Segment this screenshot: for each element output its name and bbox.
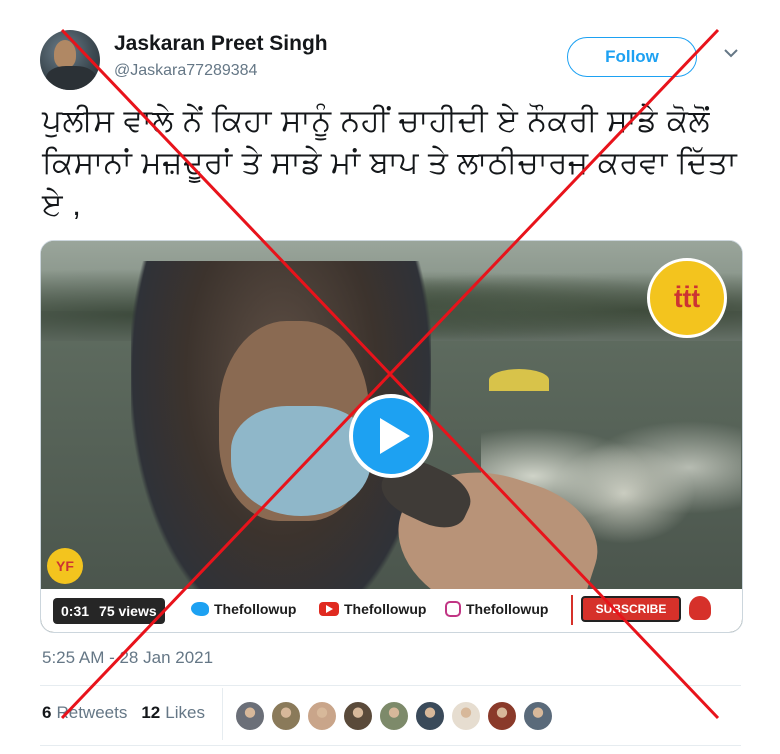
liker-avatar[interactable] — [342, 700, 374, 732]
watermark-divider — [571, 595, 573, 625]
divider — [40, 685, 741, 686]
video-frame-umbrella — [489, 369, 549, 391]
watermark-instagram: Thefollowup — [445, 601, 548, 617]
watermark-label: Thefollowup — [214, 601, 297, 617]
liker-avatar[interactable] — [378, 700, 410, 732]
watermark-twitter: Thefollowup — [191, 601, 296, 617]
liker-avatars — [234, 700, 554, 732]
tweet-timestamp[interactable]: 5:25 AM - 28 Jan 2021 — [42, 648, 213, 668]
retweets-stat[interactable]: 6 Retweets — [42, 703, 127, 723]
author-handle[interactable]: @Jaskara77289384 — [114, 62, 257, 80]
liker-avatar[interactable] — [306, 700, 338, 732]
watermark-label: Thefollowup — [344, 601, 427, 617]
stats-divider — [222, 688, 223, 740]
divider — [40, 745, 741, 746]
twitter-icon — [191, 602, 209, 616]
video-views: 75 views — [99, 603, 157, 619]
tweet-stats: 6 Retweets 12 Likes — [42, 703, 205, 723]
liker-avatar[interactable] — [522, 700, 554, 732]
channel-small-logo-icon: YF — [47, 548, 83, 584]
bell-icon — [689, 596, 711, 620]
liker-avatar[interactable] — [450, 700, 482, 732]
video-info-chip: 0:31 75 views — [53, 598, 165, 624]
liker-avatar[interactable] — [234, 700, 266, 732]
instagram-icon — [445, 601, 461, 617]
follow-button[interactable]: Follow — [567, 37, 697, 77]
video-player[interactable]: ṫṫṫ YF Thefollowup Thefollowup Thefollow… — [40, 240, 743, 633]
author-avatar[interactable] — [40, 30, 100, 90]
chevron-down-icon[interactable] — [722, 44, 740, 62]
watermark-youtube: Thefollowup — [319, 601, 426, 617]
youtube-icon — [319, 602, 339, 616]
video-duration: 0:31 — [61, 603, 90, 619]
play-icon[interactable] — [349, 394, 433, 478]
channel-logo-icon: ṫṫṫ — [647, 258, 727, 338]
subscribe-badge: SUBSCRIBE — [581, 596, 681, 622]
liker-avatar[interactable] — [414, 700, 446, 732]
liker-avatar[interactable] — [270, 700, 302, 732]
liker-avatar[interactable] — [486, 700, 518, 732]
tweet-card: Jaskaran Preet Singh @Jaskara77289384 Fo… — [0, 0, 780, 754]
author-name[interactable]: Jaskaran Preet Singh — [114, 32, 328, 56]
likes-stat[interactable]: 12 Likes — [141, 703, 205, 723]
tweet-text: ਪੁਲੀਸ ਵਾਲੇ ਨੇਂ ਕਿਹਾ ਸਾਨੂੰ ਨਹੀਂ ਚਾਹੀਦੀ ਏ … — [42, 103, 738, 222]
watermark-label: Thefollowup — [466, 601, 549, 617]
